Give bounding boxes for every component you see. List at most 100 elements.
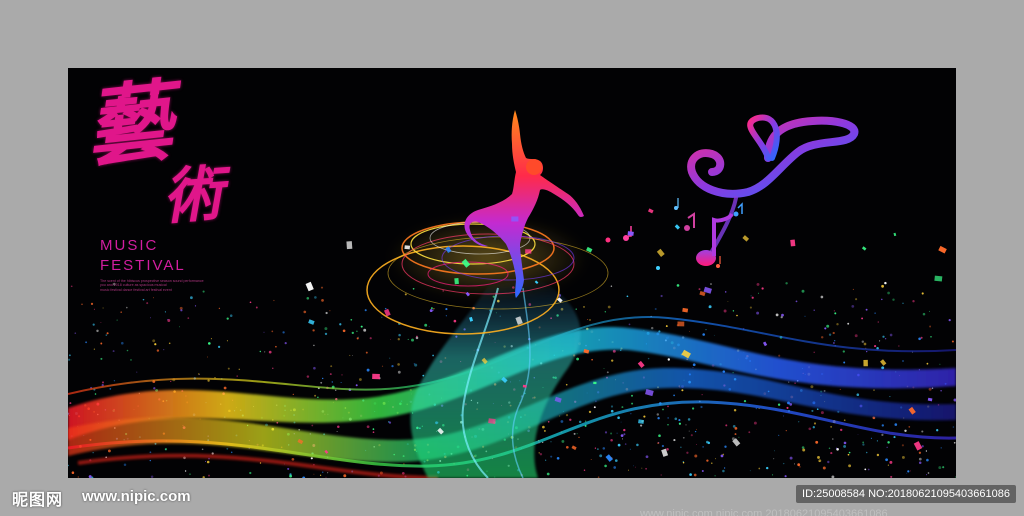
poster-artwork bbox=[68, 110, 956, 478]
sparkle-dot bbox=[782, 415, 784, 417]
sparkle-dot bbox=[69, 354, 71, 357]
sparkle-dot bbox=[330, 365, 333, 368]
sparkle-dot bbox=[749, 306, 752, 309]
sparkle-dot bbox=[887, 464, 890, 466]
sparkle-dot bbox=[413, 362, 416, 365]
confetti-piece bbox=[893, 232, 897, 237]
sparkle-dot bbox=[100, 357, 103, 360]
sparkle-dot bbox=[855, 298, 858, 301]
sparkle-dot bbox=[153, 387, 156, 390]
sparkle-dot bbox=[700, 405, 703, 409]
confetti-piece bbox=[674, 224, 681, 230]
sparkle-dot bbox=[734, 433, 737, 436]
sparkle-dot bbox=[908, 426, 911, 428]
sparkle-dot bbox=[667, 417, 669, 419]
sparkle-dot bbox=[761, 287, 764, 290]
sparkle-dot bbox=[105, 334, 108, 336]
sparkle-dot bbox=[839, 428, 843, 432]
sparkle-dot bbox=[702, 446, 704, 448]
sparkle-dot bbox=[870, 437, 872, 439]
sparkle-dot bbox=[643, 415, 646, 418]
sparkle-dot bbox=[106, 332, 109, 335]
sparkle-dot bbox=[327, 472, 329, 474]
sparkle-dot bbox=[940, 390, 942, 392]
sparkle-dot bbox=[320, 381, 323, 384]
sparkle-dot bbox=[306, 375, 310, 378]
sparkle-dot bbox=[756, 311, 760, 315]
sparkle-dot bbox=[953, 398, 956, 402]
sparkle-dot bbox=[681, 389, 684, 392]
sparkle-dot bbox=[433, 307, 435, 310]
sparkle-dot bbox=[576, 357, 580, 361]
sparkle-dot bbox=[808, 427, 812, 431]
sparkle-dot bbox=[445, 315, 447, 317]
sparkle-dot bbox=[259, 350, 262, 353]
sparkle-dot bbox=[249, 301, 252, 304]
sparkle-dot bbox=[665, 325, 668, 328]
sparkle-dot bbox=[798, 421, 800, 423]
sparkle-dot bbox=[547, 421, 550, 423]
sparkle-dot bbox=[775, 313, 779, 317]
sparkle-dot bbox=[876, 440, 878, 442]
sparkle-dot bbox=[226, 317, 229, 320]
sparkle-dot bbox=[727, 301, 729, 302]
sparkle-dot bbox=[772, 474, 774, 476]
confetti-piece bbox=[682, 307, 689, 313]
sparkle-dot bbox=[832, 438, 834, 440]
title-music: MUSIC bbox=[100, 237, 159, 254]
sparkle-dot bbox=[329, 373, 332, 376]
sparkle-dot bbox=[321, 299, 324, 302]
sparkle-dot bbox=[789, 456, 793, 460]
sparkle-dot bbox=[696, 428, 698, 430]
sparkle-dot bbox=[692, 367, 694, 368]
sparkle-dot bbox=[936, 429, 939, 432]
sparkle-dot bbox=[312, 329, 315, 332]
sparkle-dot bbox=[832, 331, 835, 335]
sparkle-dot bbox=[715, 458, 717, 460]
sparkle-dot bbox=[211, 452, 214, 455]
sparkle-dot bbox=[940, 447, 942, 449]
sparkle-dot bbox=[610, 432, 613, 435]
sparkle-dot bbox=[724, 291, 727, 293]
sparkle-dot bbox=[390, 338, 391, 340]
sparkle-dot bbox=[788, 381, 790, 383]
sparkle-dot bbox=[569, 418, 572, 421]
sparkle-dot bbox=[898, 345, 900, 347]
sparkle-dot bbox=[645, 455, 649, 459]
sparkle-dot bbox=[313, 473, 315, 475]
sparkle-dot bbox=[756, 282, 760, 286]
sparkle-dot bbox=[694, 454, 698, 458]
sparkle-dot bbox=[539, 452, 543, 456]
sparkle-dot bbox=[902, 360, 904, 362]
sparkle-dot bbox=[707, 441, 711, 445]
sparkle-dot bbox=[922, 312, 926, 316]
sparkle-dot bbox=[881, 298, 883, 301]
sparkle-dot bbox=[356, 337, 359, 340]
sparkle-dot bbox=[313, 366, 316, 370]
watermark-url: www.nipic.com bbox=[82, 488, 191, 505]
confetti-piece bbox=[488, 418, 496, 425]
sparkle-dot bbox=[757, 292, 759, 294]
sparkle-dot bbox=[208, 474, 210, 477]
confetti-piece bbox=[571, 445, 577, 451]
sparkle-dot bbox=[90, 302, 94, 306]
sparkle-dot bbox=[415, 336, 419, 340]
fine-print-line: music festival dance festival art festiv… bbox=[100, 287, 172, 292]
sparkle-dot bbox=[397, 363, 400, 366]
sparkle-dot bbox=[100, 322, 102, 323]
sparkle-dot bbox=[142, 298, 145, 301]
sparkle-dot bbox=[691, 407, 695, 410]
sparkle-dot bbox=[918, 461, 922, 465]
sparkle-dot bbox=[674, 417, 678, 421]
sparkle-dot bbox=[68, 464, 69, 467]
sparkle-dot bbox=[885, 458, 888, 462]
sparkle-dot bbox=[723, 467, 726, 469]
sparkle-dot bbox=[559, 415, 561, 417]
sparkle-dot bbox=[578, 420, 582, 424]
sparkle-dot bbox=[866, 350, 868, 353]
sparkle-dot bbox=[926, 458, 929, 462]
sparkle-dot bbox=[205, 460, 206, 462]
sparkle-dot bbox=[314, 296, 317, 299]
sparkle-dot bbox=[921, 292, 924, 295]
sparkle-dot bbox=[324, 327, 328, 331]
